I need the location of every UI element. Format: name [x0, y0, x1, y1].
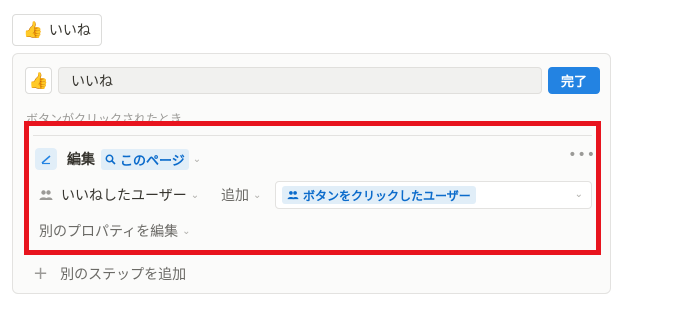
target-page-selector[interactable]: このページ [101, 148, 189, 170]
property-label: いいねしたユーザー [61, 188, 187, 204]
button-name-input[interactable] [58, 67, 542, 94]
add-step-label: 別のステップを追加 [60, 267, 187, 283]
operation-selector[interactable]: 追加 ⌄ [221, 185, 261, 205]
emoji-picker[interactable]: 👍 [25, 67, 52, 94]
thumbs-up-icon: 👍 [23, 20, 43, 39]
chevron-down-icon: ⌄ [182, 225, 191, 237]
property-selector[interactable]: いいねしたユーザー ⌄ [39, 185, 199, 205]
search-icon [105, 154, 116, 165]
done-button[interactable]: 完了 [548, 67, 600, 94]
chevron-down-icon[interactable]: ⌄ [193, 154, 201, 165]
thumbs-up-icon: 👍 [28, 70, 49, 90]
value-selector[interactable]: ボタンをクリックしたユーザー ⌄ [275, 181, 592, 209]
value-label: ボタンをクリックしたユーザー [303, 188, 471, 203]
target-page-label: このページ [120, 153, 185, 169]
more-options-icon[interactable]: ••• [568, 147, 596, 163]
add-step-button[interactable]: + 別のステップを追加 [33, 264, 186, 284]
value-pill: ボタンをクリックしたユーザー [282, 186, 476, 204]
like-button-label: いいね [48, 23, 91, 39]
button-settings-panel: 👍 完了 ボタンがクリックされたとき 編集 このページ ⌄ ••• いいねしたユ… [12, 53, 611, 294]
chevron-down-icon: ⌄ [253, 189, 262, 201]
operation-label: 追加 [221, 188, 249, 204]
people-icon [287, 191, 299, 200]
chevron-down-icon: ⌄ [574, 189, 583, 200]
people-icon [39, 190, 53, 200]
card-divider [33, 135, 592, 136]
edit-pencil-icon [35, 148, 57, 170]
like-button[interactable]: 👍 いいね [12, 14, 102, 46]
edit-action-label: 編集 [67, 152, 95, 168]
chevron-down-icon: ⌄ [190, 189, 200, 201]
edit-step-header: 編集 このページ ⌄ [35, 148, 201, 170]
other-property-label: 別のプロパティを編集 [39, 224, 179, 240]
plus-icon: + [33, 263, 49, 284]
edit-other-property[interactable]: 別のプロパティを編集 ⌄ [39, 221, 191, 241]
